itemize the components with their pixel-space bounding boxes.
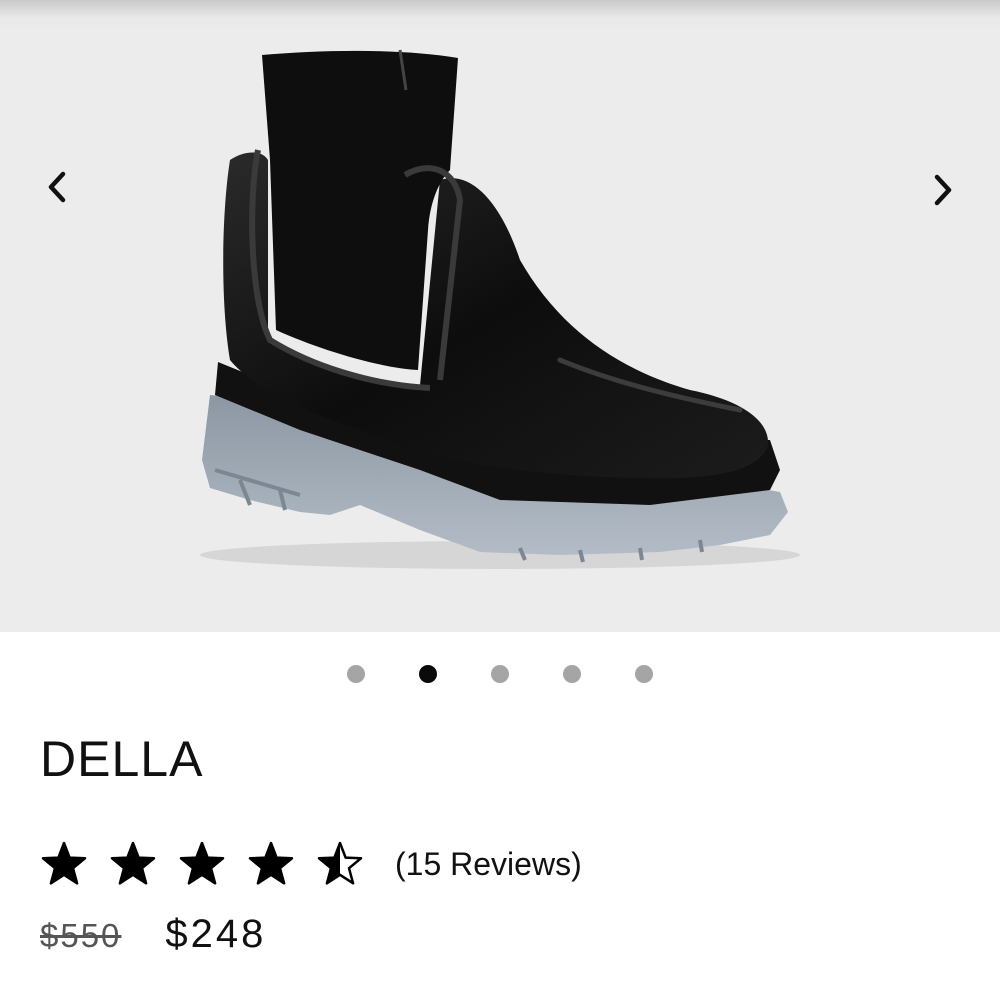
price-block: $550 $248 — [40, 912, 266, 957]
star-half-icon — [317, 841, 363, 885]
previous-image-button[interactable] — [27, 157, 87, 217]
star-full-icon — [41, 841, 87, 885]
pagination-dot[interactable] — [563, 665, 581, 683]
product-image-gallery[interactable] — [0, 0, 1000, 632]
pagination-dot[interactable] — [635, 665, 653, 683]
sale-price: $248 — [165, 912, 267, 956]
pagination-dot-active[interactable] — [419, 665, 437, 683]
status-bar-shadow — [0, 0, 1000, 30]
product-rating: (15 Reviews) — [40, 836, 582, 892]
star-full-icon — [179, 841, 225, 885]
chevron-right-icon — [934, 174, 952, 206]
star-full-icon — [248, 841, 294, 885]
rating-stars — [40, 840, 385, 888]
product-page: DELLA (15 Reviews) $550 $248 — [0, 0, 1000, 1000]
pagination-dot[interactable] — [347, 665, 365, 683]
gallery-pagination — [0, 665, 1000, 685]
product-title: DELLA — [40, 731, 204, 787]
reviews-link[interactable]: (15 Reviews) — [395, 846, 582, 883]
pagination-dot[interactable] — [491, 665, 509, 683]
product-image — [200, 49, 800, 569]
star-full-icon — [110, 841, 156, 885]
chevron-left-icon — [48, 171, 66, 203]
original-price: $550 — [40, 917, 122, 954]
next-image-button[interactable] — [913, 160, 973, 220]
